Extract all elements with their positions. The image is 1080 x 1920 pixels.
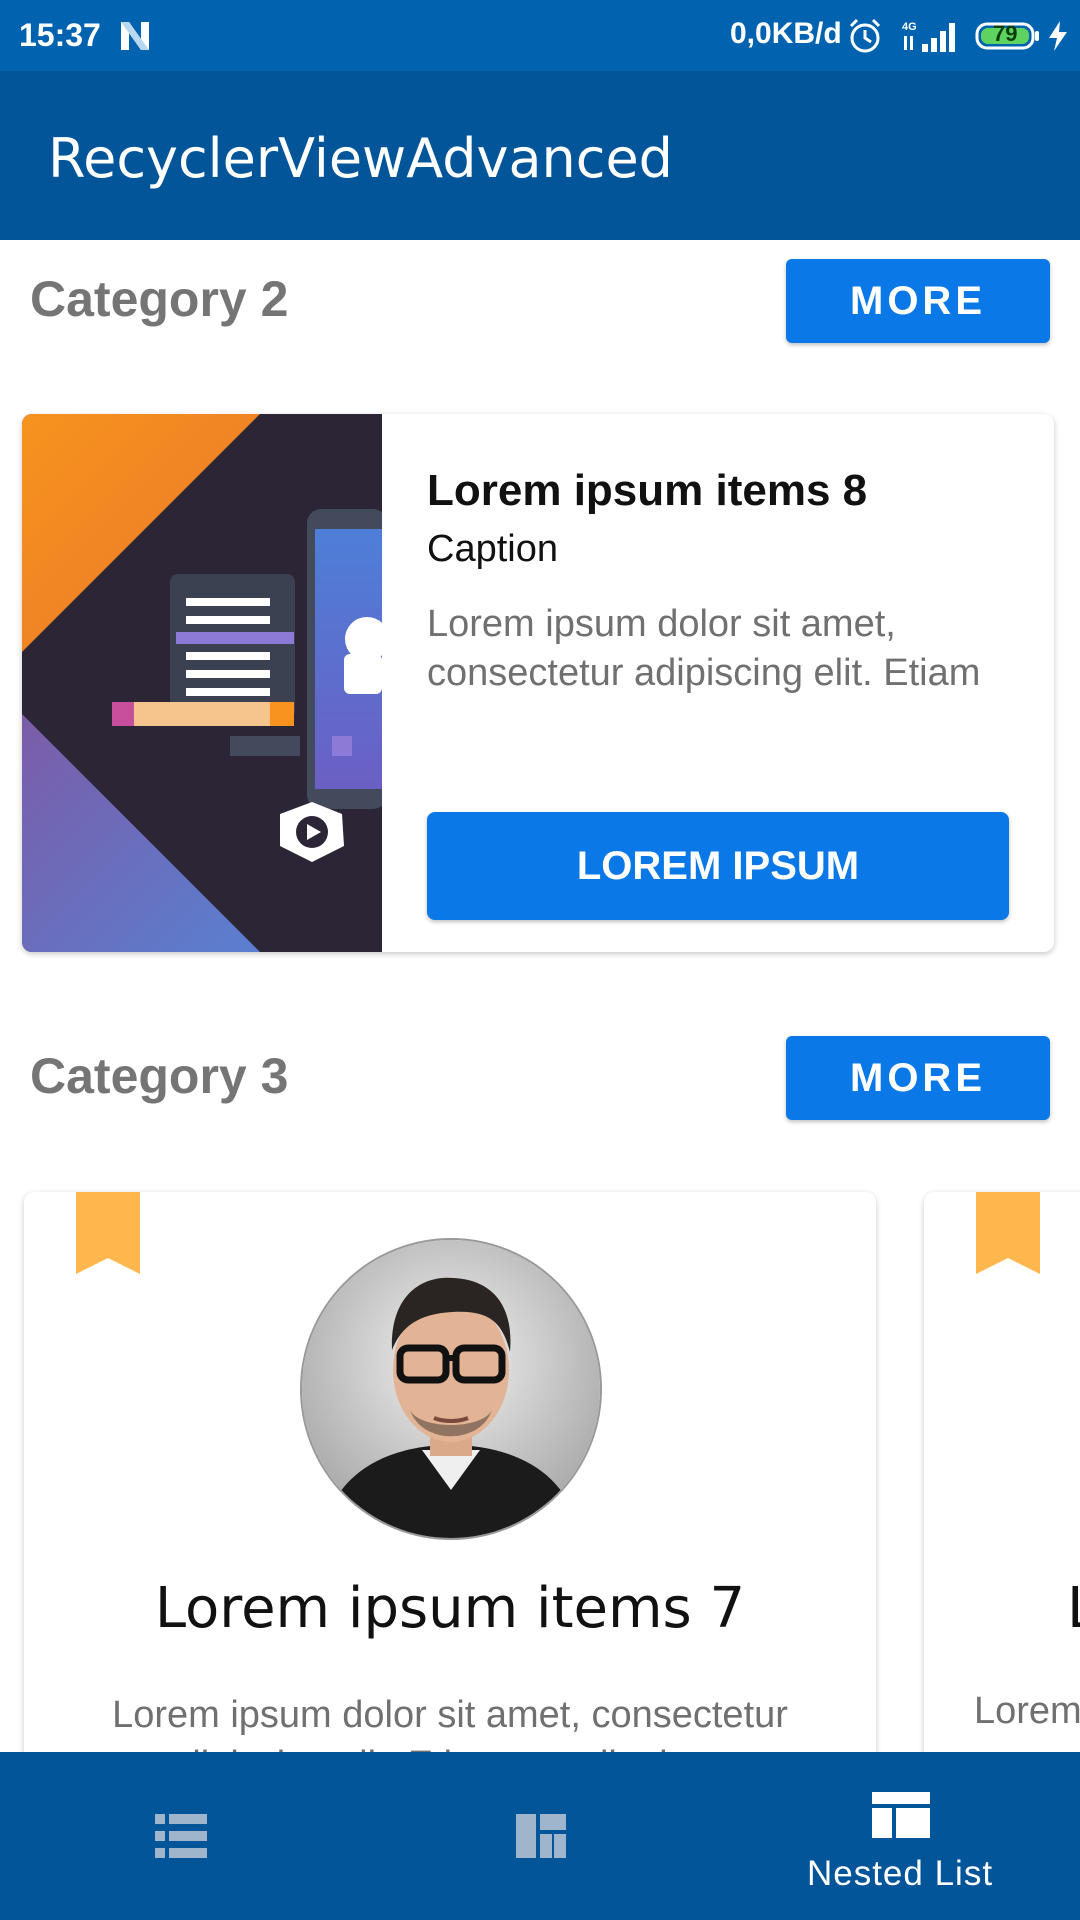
bookmark-icon[interactable] bbox=[76, 1192, 140, 1274]
alarm-icon bbox=[849, 18, 881, 53]
lorem-ipsum-button[interactable]: LOREM IPSUM bbox=[427, 812, 1009, 920]
category-title: Category 3 bbox=[30, 1048, 289, 1104]
status-bar: 15:37 0,0KB/d 4G 79 bbox=[0, 0, 1080, 71]
card-title: Lorem ipsum items 7 bbox=[154, 1576, 746, 1641]
category-title: Category 2 bbox=[30, 271, 289, 327]
card-description: Lorem bbox=[974, 1690, 1080, 1732]
man-with-glasses-avatar bbox=[302, 1240, 600, 1538]
more-button[interactable]: MORE bbox=[786, 1036, 1050, 1120]
nav-label: Nested List bbox=[806, 1854, 994, 1893]
card-description: Lorem ipsum dolor sit amet, consectetur … bbox=[427, 603, 981, 694]
nav-item-nested-list[interactable]: Nested List bbox=[720, 1752, 1080, 1920]
signal-icon: 4G bbox=[902, 21, 955, 52]
status-time: 15:37 bbox=[19, 17, 101, 53]
nav-item-list[interactable] bbox=[0, 1752, 360, 1920]
charging-icon bbox=[1049, 21, 1067, 51]
item-card-vertical[interactable]: Lorem ipsum items 7 Lorem ipsum dolor si… bbox=[24, 1192, 876, 1752]
card-description: Lorem ipsum dolor sit amet, consectetur … bbox=[112, 1694, 788, 1752]
nested-list-icon bbox=[872, 1792, 930, 1838]
list-icon bbox=[155, 1814, 207, 1858]
android-illustration-image bbox=[22, 414, 382, 952]
card-title: Lorem ipsum items 8 bbox=[427, 466, 868, 515]
battery-level: 79 bbox=[993, 21, 1018, 46]
bottom-navigation: Nested List bbox=[0, 1752, 1080, 1920]
card-title: L bbox=[1067, 1576, 1080, 1641]
notification-n-icon bbox=[121, 22, 149, 50]
card-caption: Caption bbox=[427, 528, 558, 570]
app-bar: RecyclerViewAdvanced bbox=[0, 71, 1080, 240]
more-button[interactable]: MORE bbox=[786, 259, 1050, 343]
avatar bbox=[300, 1238, 602, 1540]
app-title: RecyclerViewAdvanced bbox=[48, 127, 673, 190]
item-card-vertical-partial[interactable]: L Lorem bbox=[924, 1192, 1080, 1752]
item-card-horizontal[interactable]: Lorem ipsum items 8 Caption Lorem ipsum … bbox=[22, 414, 1054, 952]
bookmark-icon[interactable] bbox=[976, 1192, 1040, 1274]
nested-list-content[interactable]: Category 2 MORE Lorem ipsum items 8 Capt… bbox=[0, 240, 1080, 1752]
nav-item-dashboard[interactable] bbox=[360, 1752, 720, 1920]
network-type: 4G bbox=[902, 21, 917, 33]
network-speed: 0,0KB/d bbox=[730, 17, 842, 50]
dashboard-icon bbox=[516, 1814, 566, 1858]
